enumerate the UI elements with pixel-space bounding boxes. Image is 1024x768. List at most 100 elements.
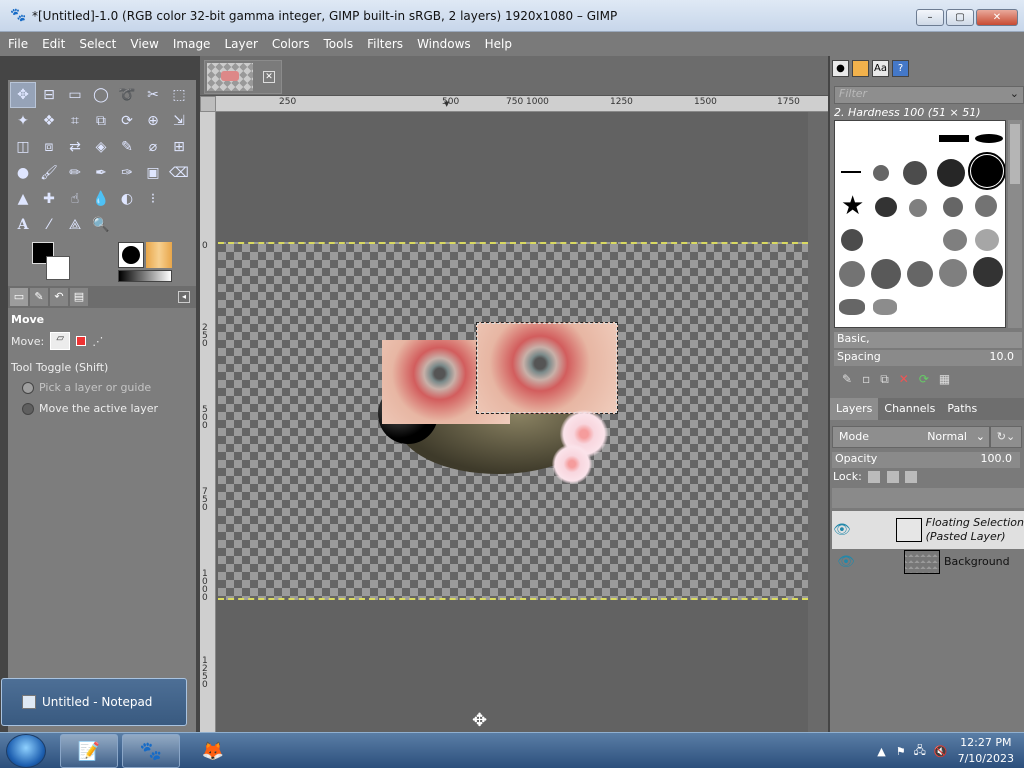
clone-icon[interactable]: ▣: [140, 160, 166, 186]
tab-layers[interactable]: Layers: [830, 398, 879, 420]
pencil-icon[interactable]: ✏: [62, 160, 88, 186]
chevron-down-icon[interactable]: ⌄: [1010, 87, 1019, 100]
network-icon[interactable]: 🖧: [914, 742, 926, 761]
brush-item-selected[interactable]: [968, 152, 1005, 190]
cage-icon[interactable]: ◫: [10, 134, 36, 160]
brush-item[interactable]: [909, 199, 927, 217]
3d-transform-icon[interactable]: ◈: [88, 134, 114, 160]
blur-icon[interactable]: 💧: [88, 186, 114, 212]
brush-item[interactable]: [907, 261, 933, 287]
floating-selection-eye-image[interactable]: [476, 322, 618, 414]
layer-composite-mode-button[interactable]: ↻⌄: [990, 426, 1022, 448]
brushes-tab-icon[interactable]: ●: [832, 60, 849, 77]
mypaint-icon[interactable]: ●: [10, 160, 36, 186]
pattern-preview[interactable]: [146, 242, 172, 268]
move-path-mode-icon[interactable]: ⋰: [92, 335, 103, 348]
smudge-icon[interactable]: ☝: [62, 186, 88, 212]
rect-select-icon[interactable]: ▭: [62, 82, 88, 108]
opacity-slider[interactable]: Opacity 100.0: [832, 452, 1020, 468]
help-tab-icon[interactable]: ?: [892, 60, 909, 77]
configure-tab-icon[interactable]: ◂: [178, 291, 190, 303]
zoom-tool-icon[interactable]: 🔍: [88, 212, 114, 238]
brush-item[interactable]: [873, 299, 897, 315]
perspective-icon[interactable]: ⧈: [36, 134, 62, 160]
volume-icon[interactable]: 🔇: [934, 745, 948, 758]
open-as-image-icon[interactable]: ▦: [939, 372, 950, 386]
eye-icon[interactable]: 👁: [832, 522, 852, 538]
bucket-fill-icon[interactable]: ▲: [10, 186, 36, 212]
brush-item[interactable]: [975, 229, 999, 251]
gimp-taskbar-icon[interactable]: 🐾: [122, 734, 180, 768]
menu-windows[interactable]: Windows: [417, 37, 471, 51]
clock[interactable]: 12:27 PM 7/10/2023: [958, 735, 1014, 767]
handle-transform-icon[interactable]: ⊕: [140, 108, 166, 134]
move-selection-mode-button[interactable]: [76, 336, 87, 346]
undo-history-tab-icon[interactable]: ↶: [50, 288, 68, 306]
brush-item[interactable]: [839, 299, 865, 315]
menu-filters[interactable]: Filters: [367, 37, 403, 51]
delete-brush-icon[interactable]: ✕: [899, 372, 909, 386]
measure-tool-icon[interactable]: ⟁: [62, 212, 88, 238]
color-picker-icon[interactable]: ⁝: [140, 186, 166, 212]
edit-brush-icon[interactable]: ✎: [842, 372, 852, 386]
menu-help[interactable]: Help: [485, 37, 512, 51]
layer-mode-select[interactable]: Mode Normal ⌄: [832, 426, 990, 448]
color-picker-tool-icon[interactable]: ⁄: [36, 212, 62, 238]
device-status-tab-icon[interactable]: ✎: [30, 288, 48, 306]
images-tab-icon[interactable]: ▤: [70, 288, 88, 306]
brush-preset-select[interactable]: Basic,: [834, 332, 1022, 348]
menu-tools[interactable]: Tools: [324, 37, 354, 51]
brush-item[interactable]: [871, 259, 901, 289]
warp-icon[interactable]: ⟳: [114, 108, 140, 134]
brush-preview[interactable]: [118, 242, 144, 268]
menu-colors[interactable]: Colors: [272, 37, 310, 51]
pick-layer-option[interactable]: Pick a layer or guide: [8, 377, 196, 398]
duplicate-brush-icon[interactable]: ⧉: [880, 372, 889, 387]
pick-layer-radio[interactable]: [22, 381, 34, 394]
minimize-button[interactable]: –: [916, 9, 944, 26]
ruler-corner[interactable]: [200, 96, 216, 112]
lock-pixels-icon[interactable]: [868, 471, 881, 483]
layer-row[interactable]: 👁 Floating Selection (Pasted Layer): [832, 511, 1024, 549]
refresh-brushes-icon[interactable]: ⟳: [919, 372, 929, 386]
lock-position-icon[interactable]: [886, 471, 899, 483]
layer-row[interactable]: 👁 Background: [832, 550, 1024, 574]
move-layer-mode-button[interactable]: ▱: [50, 332, 71, 350]
image-tab[interactable]: ✕: [204, 60, 282, 94]
ellipse-select-icon[interactable]: ◯: [88, 82, 114, 108]
tool-options-tab-icon[interactable]: ▭: [10, 288, 28, 306]
vertical-scrollbar[interactable]: [808, 112, 828, 732]
path-icon[interactable]: ✎: [114, 134, 140, 160]
paintbrush-icon[interactable]: 🖌: [36, 160, 62, 186]
close-button[interactable]: ✕: [976, 9, 1018, 26]
brush-item[interactable]: [841, 229, 863, 251]
firefox-taskbar-icon[interactable]: 🦊: [184, 734, 242, 768]
brush-filter-input[interactable]: Filter ⌄: [834, 86, 1024, 104]
brush-grid[interactable]: ★: [834, 120, 1006, 328]
brush-item[interactable]: [943, 197, 963, 217]
background-color[interactable]: [46, 256, 70, 280]
action-center-icon[interactable]: ⚑: [896, 745, 906, 758]
brush-item[interactable]: [975, 195, 997, 217]
star-brush-icon[interactable]: ★: [841, 191, 864, 221]
brush-item[interactable]: [841, 171, 861, 173]
eye-icon[interactable]: 👁: [832, 554, 860, 570]
color-select-icon[interactable]: ❖: [36, 108, 62, 134]
measure-icon[interactable]: ⌀: [140, 134, 166, 160]
text-tool-icon[interactable]: A: [10, 212, 36, 238]
close-tab-icon[interactable]: ✕: [263, 71, 275, 83]
airbrush-icon[interactable]: ✒: [88, 160, 114, 186]
align-tool-icon[interactable]: ⊟: [36, 82, 62, 108]
notepad-taskbar-icon[interactable]: 📝: [60, 734, 118, 768]
patterns-tab-icon[interactable]: [852, 60, 869, 77]
flip-icon[interactable]: ⇄: [62, 134, 88, 160]
brush-item[interactable]: [839, 261, 865, 287]
scissors-icon[interactable]: ✂: [140, 82, 166, 108]
ink-icon[interactable]: ✑: [114, 160, 140, 186]
foreground-select-icon[interactable]: ⬚: [166, 82, 192, 108]
menu-image[interactable]: Image: [173, 37, 211, 51]
fonts-tab-icon[interactable]: Aa: [872, 60, 889, 77]
tab-paths[interactable]: Paths: [941, 398, 983, 420]
menu-file[interactable]: File: [8, 37, 28, 51]
spacing-slider[interactable]: Spacing 10.0: [834, 350, 1022, 366]
